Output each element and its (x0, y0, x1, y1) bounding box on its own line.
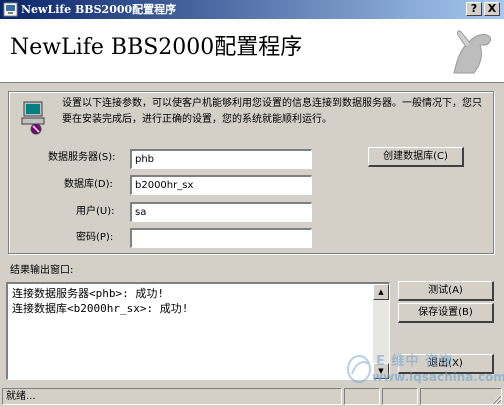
status-panel-main (2, 388, 342, 405)
window-title: NewLife BBS2000配置程序 (21, 3, 177, 16)
output-line: 连接数据库<b2000hr_sx>: 成功! (12, 302, 189, 315)
computer-network-icon (21, 101, 45, 135)
resize-grip-icon[interactable] (490, 393, 502, 405)
status-bar: 就绪... (0, 386, 504, 407)
user-input[interactable] (130, 202, 312, 222)
watermark-text: E 维中 咨询 (376, 354, 453, 369)
scroll-up-icon[interactable]: ▲ (373, 284, 389, 300)
help-button[interactable]: ? (466, 2, 482, 16)
server-label: 数据服务器(S): (48, 152, 116, 163)
output-window[interactable]: 连接数据服务器<phb>: 成功! 连接数据库<b2000hr_sx>: 成功!… (6, 282, 390, 380)
database-label: 数据库(D): (64, 179, 113, 190)
save-settings-button[interactable]: 保存设置(B) (398, 303, 494, 323)
watermark-url: www.iqsachina.com (372, 370, 504, 384)
database-input[interactable] (130, 175, 312, 195)
create-database-button[interactable]: 创建数据库(C) (368, 147, 464, 167)
status-text: 就绪... (6, 391, 36, 402)
server-input[interactable] (130, 149, 312, 169)
password-label: 密码(P): (76, 232, 114, 243)
status-panel-2 (344, 388, 380, 405)
test-button[interactable]: 测试(A) (398, 281, 494, 301)
hand-logo-icon (453, 30, 491, 74)
output-label: 结果输出窗口: (10, 265, 74, 276)
watermark-logo-icon (347, 355, 371, 383)
password-input[interactable] (130, 228, 312, 248)
status-panel-3 (382, 388, 418, 405)
app-icon (3, 2, 18, 17)
intro-text: 设置以下连接参数，可以使客户机能够利用您设置的信息连接到数据服务器。一般情况下，… (62, 98, 482, 125)
close-button[interactable]: X (484, 2, 500, 16)
header-title: NewLife BBS2000配置程序 (10, 35, 303, 60)
user-label: 用户(U): (76, 206, 115, 217)
output-line: 连接数据服务器<phb>: 成功! (12, 287, 164, 300)
